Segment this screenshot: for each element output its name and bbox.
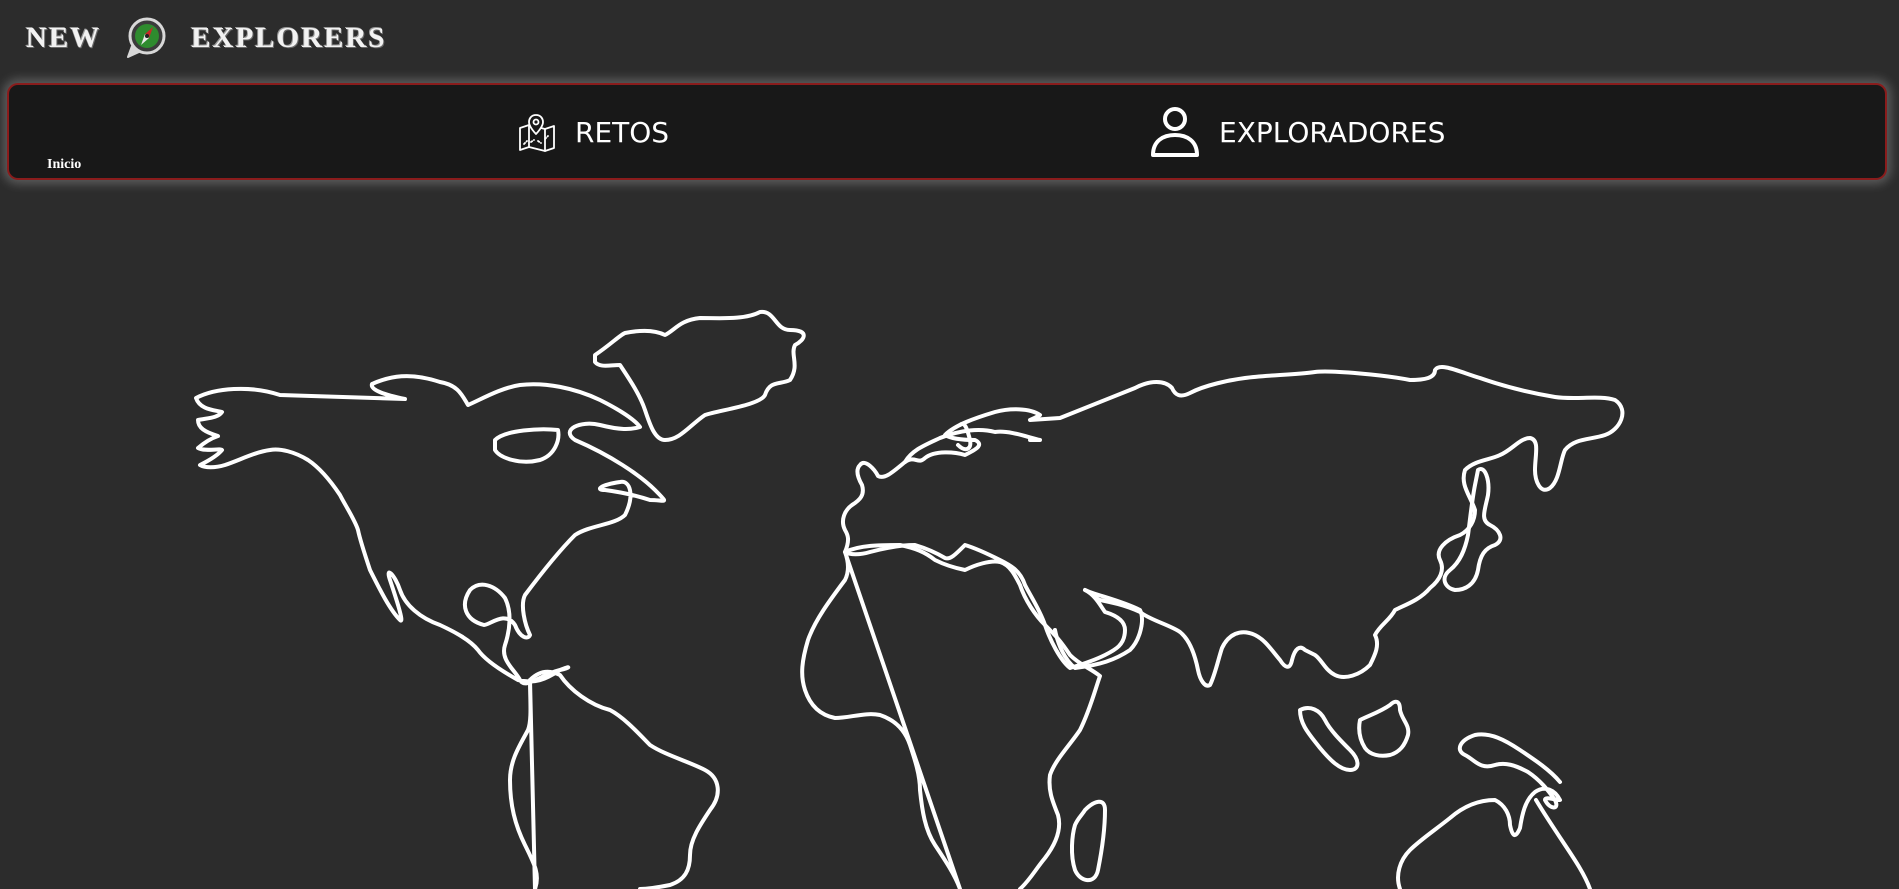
nav-item-retos[interactable]: RETOS xyxy=(517,103,669,161)
australia-outline xyxy=(1396,732,1592,889)
map-pin-icon xyxy=(517,112,557,152)
europe-outline xyxy=(841,365,1625,688)
compass-logo-icon xyxy=(123,15,169,61)
japan-outline xyxy=(1442,467,1503,592)
hudson-bay-outline xyxy=(493,427,561,464)
brand-word-new: NEW xyxy=(26,21,102,54)
nav-item-exploradores-label: EXPLORADORES xyxy=(1219,115,1446,149)
main-navbar: Inicio RETOS EXPLORADORES xyxy=(7,83,1887,180)
greenland-outline xyxy=(593,309,806,442)
world-map-illustration xyxy=(194,309,1625,889)
brand-word-explorers: EXPLORERS xyxy=(191,21,387,54)
borneo-outline xyxy=(1357,699,1411,758)
nav-item-exploradores[interactable]: EXPLORADORES xyxy=(1149,103,1445,161)
madagascar-outline xyxy=(1070,799,1107,883)
africa-outline xyxy=(800,543,1102,889)
south-america-outline xyxy=(508,669,720,889)
nav-item-retos-label: RETOS xyxy=(575,115,670,149)
nav-link-inicio[interactable]: Inicio xyxy=(47,157,81,173)
north-america-outline xyxy=(194,374,666,686)
brand-logo[interactable]: NEW EXPLORERS xyxy=(26,14,387,62)
user-icon xyxy=(1149,105,1201,159)
british-isles-outline xyxy=(956,421,973,452)
page: NEW EXPLORERS Inicio RETOS EXPLORADORES xyxy=(0,0,1899,889)
sumatra-outline xyxy=(1298,706,1360,772)
